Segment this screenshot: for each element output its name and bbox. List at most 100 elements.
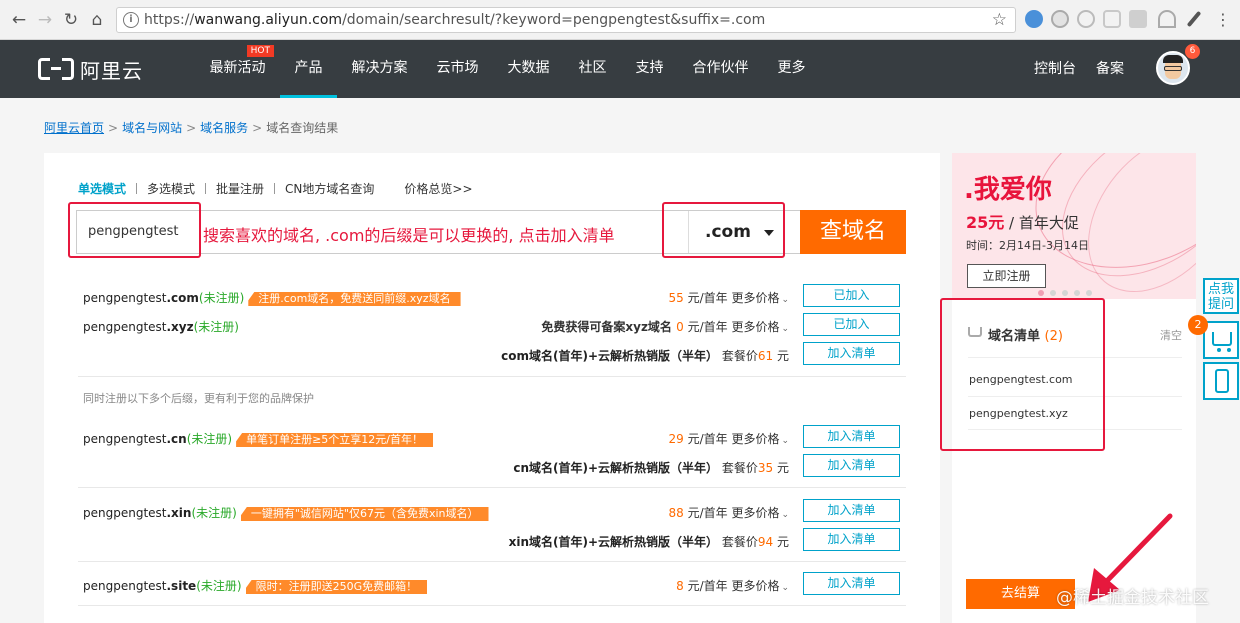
add-to-list-button[interactable]: 加入清单 [803, 425, 900, 448]
carousel-dot[interactable] [1074, 290, 1080, 296]
add-to-list-button[interactable]: 加入清单 [803, 528, 900, 551]
carousel-dot[interactable] [1062, 290, 1068, 296]
promo-tag: 单笔订单注册≥5个立享12元/首年！ [236, 433, 434, 447]
price-overview-link[interactable]: 价格总览>> [404, 180, 472, 197]
chevron-down-icon: ⌄ [781, 436, 789, 446]
extension-parachute-icon[interactable] [1158, 10, 1176, 28]
console-link[interactable]: 控制台 [1034, 40, 1076, 98]
extension-bars-icon[interactable] [1129, 10, 1147, 28]
added-button[interactable]: 已加入 [803, 313, 900, 336]
home-icon[interactable]: ⌂ [86, 9, 108, 31]
site-header: 阿里云 最新活动 HOT 产品 解决方案 云市场 大数据 社区 支持 合作伙伴 更… [0, 40, 1240, 98]
tab-divider [136, 183, 138, 194]
price-info: 55 元/首年 更多价格 ⌄ [668, 291, 789, 305]
more-price-link[interactable]: 更多价格 [731, 506, 779, 520]
back-icon[interactable]: ← [8, 9, 30, 31]
bookmark-star-icon[interactable]: ☆ [992, 10, 1007, 30]
nav-latest-activity[interactable]: 最新活动 HOT [195, 40, 280, 98]
result-row: pengpengtest.com(未注册) 注册.com域名，免费送同前缀.xyz… [83, 284, 900, 308]
extension-warning-icon[interactable] [1051, 10, 1069, 28]
extension-globe-icon[interactable] [1025, 10, 1043, 28]
price-info: 88 元/首年 更多价格 ⌄ [668, 506, 789, 520]
clear-cart-link[interactable]: 清空 [1160, 327, 1182, 343]
info-icon[interactable]: i [123, 12, 139, 28]
forward-icon[interactable]: → [34, 9, 56, 31]
address-bar[interactable]: i https://wanwang.aliyun.com/domain/sear… [116, 7, 1016, 33]
add-to-list-button[interactable]: 加入清单 [803, 572, 900, 595]
avatar-glasses [1164, 66, 1182, 71]
breadcrumb-domain-website[interactable]: 域名与网站 [122, 121, 182, 135]
package-info: cn域名(首年)+云解析热销版（半年） 套餐价35 元 [513, 461, 789, 475]
added-button[interactable]: 已加入 [803, 284, 900, 307]
add-to-list-button[interactable]: 加入清单 [803, 342, 900, 365]
price-info: 29 元/首年 更多价格 ⌄ [668, 432, 789, 446]
logo-text: 阿里云 [80, 58, 143, 83]
banner-date: 时间：2月14日-3月14日 [966, 239, 1089, 252]
cart-item: pengpengtest.xyz [969, 407, 1068, 420]
extension-circle-icon[interactable] [1077, 10, 1095, 28]
domain-keyword-input[interactable]: pengpengtest [82, 215, 194, 249]
reload-icon[interactable]: ↻ [60, 9, 82, 31]
more-price-link[interactable]: 更多价格 [731, 291, 779, 305]
nav-support[interactable]: 支持 [621, 40, 678, 98]
aliyun-logo[interactable]: 阿里云 [38, 56, 143, 83]
tab-cn-local[interactable]: CN地方域名查询 [285, 180, 374, 197]
suffix-select[interactable]: .com [688, 211, 796, 253]
annotation-hint: 搜索喜欢的域名, .com的后缀是可以更换的, 点击加入清单 [203, 226, 615, 245]
user-avatar[interactable] [1156, 51, 1190, 85]
nav-marketplace[interactable]: 云市场 [422, 40, 493, 98]
carousel-dot[interactable] [1038, 290, 1044, 296]
divider [78, 487, 906, 488]
ask-question-widget[interactable]: 点我提问 [1203, 278, 1239, 314]
package-row: xin域名(首年)+云解析热销版（半年） 套餐价94 元 加入清单 [83, 528, 900, 552]
domain-search-box: pengpengtest 搜索喜欢的域名, .com的后缀是可以更换的, 点击加… [76, 210, 906, 254]
carousel-dot[interactable] [1086, 290, 1092, 296]
promo-banner[interactable]: .我爱你 25元 / 首年大促 时间：2月14日-3月14日 立即注册 [952, 153, 1196, 299]
breadcrumb-domain-service[interactable]: 域名服务 [200, 121, 248, 135]
tab-single-mode[interactable]: 单选模式 [78, 180, 126, 197]
breadcrumb-home[interactable]: 阿里云首页 [44, 121, 104, 135]
eyedropper-icon[interactable] [1186, 10, 1202, 28]
floating-cart-widget[interactable] [1203, 321, 1239, 359]
nav-solutions[interactable]: 解决方案 [337, 40, 422, 98]
search-mode-tabs: 单选模式 多选模式 批量注册 CN地方域名查询 价格总览>> [78, 180, 473, 197]
nav-big-data[interactable]: 大数据 [493, 40, 564, 98]
tab-batch-register[interactable]: 批量注册 [216, 180, 264, 197]
cart-count: (2) [1044, 329, 1063, 344]
register-now-button[interactable]: 立即注册 [967, 264, 1046, 288]
hot-badge: HOT [246, 45, 274, 57]
domain-name: pengpengtest.xin(未注册) 一键拥有"诚信网站"仅67元（含免费x… [83, 504, 489, 521]
nav-partners[interactable]: 合作伙伴 [678, 40, 763, 98]
more-price-link[interactable]: 更多价格 [731, 579, 779, 593]
chevron-down-icon: ⌄ [781, 324, 789, 334]
add-to-list-button[interactable]: 加入清单 [803, 454, 900, 477]
breadcrumb: 阿里云首页 > 域名与网站 > 域名服务 > 域名查询结果 [44, 119, 338, 136]
more-price-link[interactable]: 更多价格 [731, 320, 779, 334]
floating-mobile-widget[interactable] [1203, 362, 1239, 400]
package-info: xin域名(首年)+云解析热销版（半年） 套餐价94 元 [508, 535, 789, 549]
divider [968, 396, 1182, 397]
nav-more[interactable]: 更多 [763, 40, 820, 98]
browser-toolbar: ← → ↻ ⌂ i https://wanwang.aliyun.com/dom… [0, 0, 1240, 40]
url-text[interactable]: https://wanwang.aliyun.com/domain/search… [144, 12, 765, 28]
price-info: 免费获得可备案xyz域名 0 元/首年 更多价格 ⌄ [541, 320, 789, 334]
breadcrumb-separator: > [186, 121, 197, 135]
divider [968, 357, 1182, 358]
menu-kebab-icon[interactable]: ⋮ [1212, 9, 1234, 31]
watermark: @稀土掘金技术社区 [1056, 588, 1209, 608]
search-domain-button[interactable]: 查域名 [800, 210, 906, 254]
add-to-list-button[interactable]: 加入清单 [803, 499, 900, 522]
carousel-dot[interactable] [1050, 290, 1056, 296]
more-price-link[interactable]: 更多价格 [731, 432, 779, 446]
nav-community[interactable]: 社区 [564, 40, 621, 98]
search-result-panel: 单选模式 多选模式 批量注册 CN地方域名查询 价格总览>> pengpengt… [44, 153, 940, 623]
tab-divider [205, 183, 207, 194]
extension-sync-icon[interactable] [1103, 10, 1121, 28]
nav-products[interactable]: 产品 [280, 40, 337, 98]
header-right-links: 控制台 备案 [1034, 40, 1124, 98]
breadcrumb-separator: > [108, 121, 119, 135]
tab-multi-mode[interactable]: 多选模式 [147, 180, 195, 197]
caret-down-icon [764, 230, 774, 236]
notification-badge: 6 [1185, 44, 1200, 59]
beian-link[interactable]: 备案 [1096, 40, 1124, 98]
